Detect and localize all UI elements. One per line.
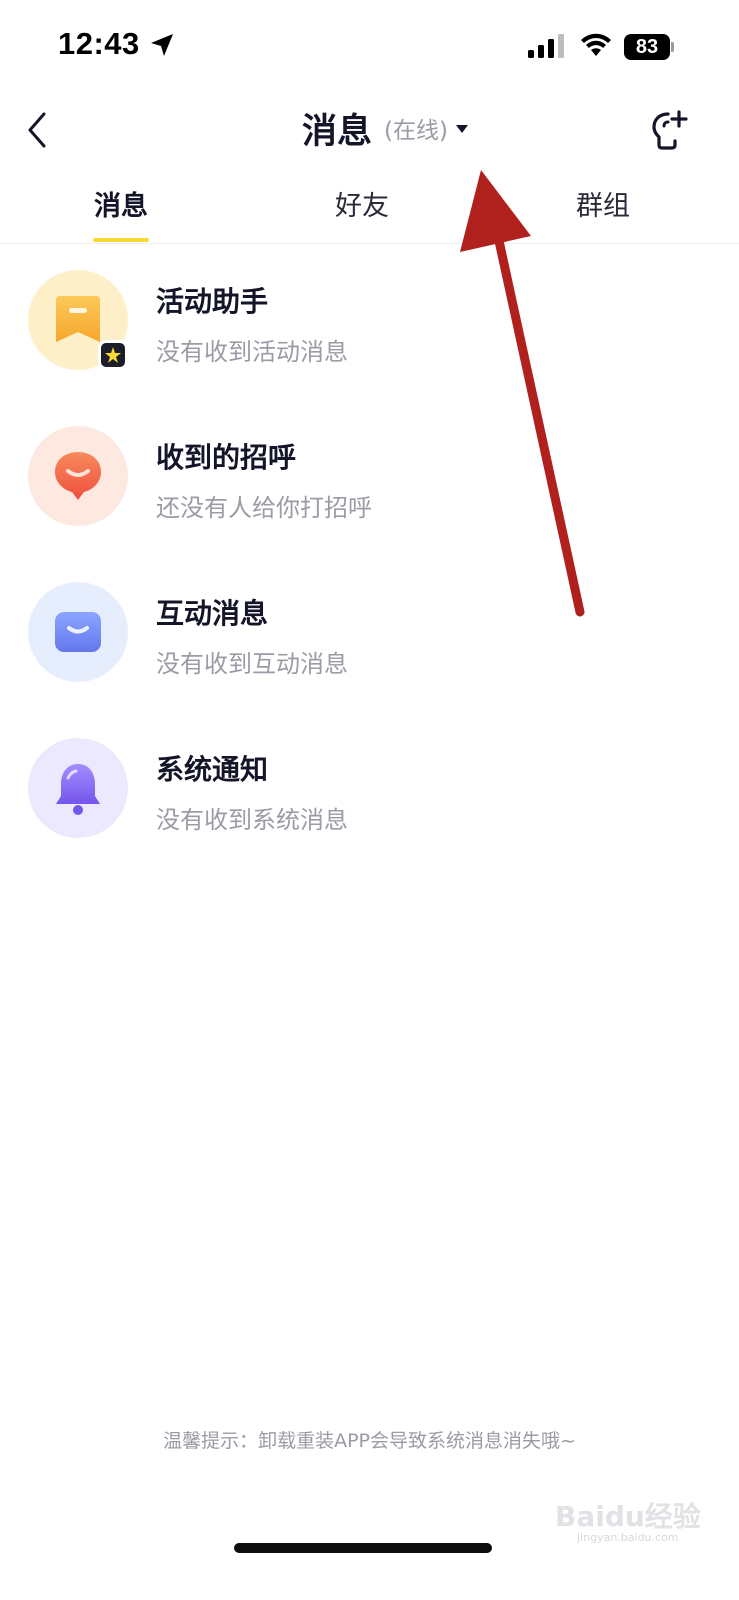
interaction-icon bbox=[55, 612, 101, 652]
online-status-label: (在线) bbox=[384, 118, 448, 144]
item-subtitle: 还没有人给你打招呼 bbox=[156, 494, 372, 522]
item-title: 系统通知 bbox=[156, 753, 269, 786]
cellular-signal-icon bbox=[528, 34, 564, 58]
list-item-greetings[interactable]: 收到的招呼 还没有人给你打招呼 bbox=[0, 402, 739, 552]
list-item-system-notice[interactable]: 系统通知 没有收到系统消息 bbox=[0, 714, 739, 864]
baidu-watermark: Baidu经验 jingyan.baidu.com bbox=[555, 1495, 701, 1544]
greeting-icon bbox=[55, 452, 101, 500]
battery-indicator: 83 bbox=[624, 34, 674, 60]
star-badge-icon bbox=[98, 340, 128, 370]
online-status-selector[interactable]: 消息 (在线) bbox=[302, 104, 468, 152]
item-title: 收到的招呼 bbox=[156, 441, 297, 474]
list-item-activity-assistant[interactable]: 活动助手 没有收到活动消息 bbox=[0, 246, 739, 396]
watermark-text: Baidu经验 bbox=[555, 1500, 701, 1533]
status-bar: 12:43 83 bbox=[0, 0, 739, 96]
bell-icon bbox=[56, 764, 100, 815]
add-friend-icon[interactable] bbox=[648, 108, 690, 152]
item-subtitle: 没有收到互动消息 bbox=[156, 650, 348, 678]
active-tab-indicator bbox=[93, 238, 149, 242]
tab-bar: 消息 好友 群组 bbox=[0, 178, 739, 244]
home-indicator bbox=[234, 1543, 492, 1553]
page-title: 消息 bbox=[302, 111, 373, 152]
wifi-icon bbox=[581, 33, 611, 56]
system-avatar bbox=[28, 738, 128, 838]
greeting-avatar bbox=[28, 426, 128, 526]
tab-friends[interactable]: 好友 bbox=[292, 178, 432, 242]
caret-down-icon bbox=[455, 125, 468, 133]
battery-cap bbox=[671, 42, 674, 52]
footer-tip: 温馨提示：卸载重装APP会导致系统消息消失哦~ bbox=[163, 1430, 576, 1452]
location-arrow-icon bbox=[151, 34, 173, 56]
item-subtitle: 没有收到活动消息 bbox=[156, 338, 348, 366]
item-title: 互动消息 bbox=[156, 597, 269, 630]
interaction-avatar bbox=[28, 582, 128, 682]
tab-groups[interactable]: 群组 bbox=[533, 178, 673, 242]
back-icon[interactable] bbox=[24, 110, 50, 150]
battery-level: 83 bbox=[624, 34, 670, 60]
item-subtitle: 没有收到系统消息 bbox=[156, 806, 348, 834]
status-time: 12:43 bbox=[58, 26, 140, 61]
tab-messages[interactable]: 消息 bbox=[51, 178, 191, 242]
item-title: 活动助手 bbox=[156, 285, 269, 318]
list-item-interactions[interactable]: 互动消息 没有收到互动消息 bbox=[0, 558, 739, 708]
nav-header: 消息 (在线) bbox=[0, 96, 739, 162]
